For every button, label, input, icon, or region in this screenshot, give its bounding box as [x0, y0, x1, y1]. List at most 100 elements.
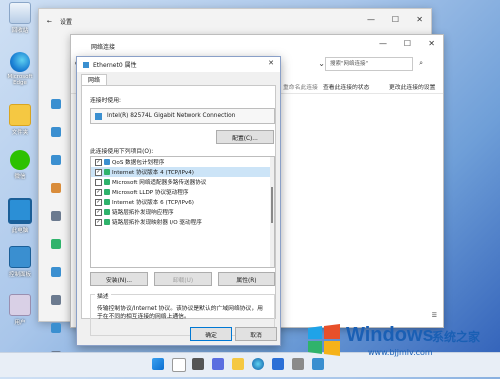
- network-icon[interactable]: [51, 155, 61, 165]
- desktop-icon-recycle-bin[interactable]: 回收站: [2, 2, 38, 34]
- nic-icon: [95, 112, 102, 120]
- ok-button[interactable]: 确定: [190, 327, 232, 341]
- back-arrow-icon[interactable]: ←: [47, 18, 52, 25]
- system-icon[interactable]: [51, 99, 61, 109]
- maximize-icon[interactable]: ☐: [404, 39, 411, 48]
- desktop-icon-wechat[interactable]: 微信: [2, 150, 38, 180]
- accounts-icon[interactable]: [51, 239, 61, 249]
- time-language-icon[interactable]: [51, 267, 61, 277]
- list-item[interactable]: ✓ QoS 数据包计划程序: [91, 157, 274, 167]
- accessibility-icon[interactable]: [51, 323, 61, 333]
- list-scrollbar[interactable]: [270, 157, 274, 267]
- items-list: ✓ QoS 数据包计划程序 ✓ Internet 协议版本 4 (TCP/IPv…: [90, 156, 275, 268]
- maximize-icon[interactable]: ☐: [392, 15, 399, 24]
- checkbox[interactable]: ✓: [95, 168, 102, 176]
- minimize-icon[interactable]: —: [379, 39, 387, 48]
- desktop-icon-label: 文件夹: [11, 130, 29, 136]
- settings-title: 设置: [60, 18, 73, 26]
- watermark-brand: Windows: [346, 324, 434, 346]
- tab-strip: 网络: [81, 74, 108, 86]
- properties-button[interactable]: 属性(R): [218, 272, 275, 286]
- desktop-icon-label: Microsoft Edge: [7, 74, 33, 86]
- checkbox[interactable]: ✓: [95, 198, 102, 206]
- adapter-name: Intel(R) 82574L Gigabit Network Connecti…: [107, 113, 236, 119]
- desktop-icon-label: 此电脑: [11, 228, 29, 234]
- settings-sidebar: [47, 99, 71, 379]
- cancel-button[interactable]: 取消: [235, 327, 277, 341]
- search-input[interactable]: 搜索"网络连接": [325, 57, 413, 71]
- connect-using-label: 连接时使用:: [90, 98, 121, 104]
- bluetooth-icon[interactable]: [51, 127, 61, 137]
- dialog-title: Ethernet0 属性: [93, 62, 137, 69]
- file-explorer-icon[interactable]: [232, 358, 244, 370]
- widgets-icon[interactable]: [212, 358, 224, 370]
- close-icon[interactable]: ✕: [268, 59, 274, 67]
- list-item[interactable]: Microsoft 网络适配器多路传送器协议: [91, 177, 274, 187]
- search-icon[interactable]: [172, 358, 186, 372]
- protocol-icon: [104, 169, 110, 175]
- protocol-icon: [104, 199, 110, 205]
- watermark: Windows 系统之家 www.bjjmlv.com: [302, 318, 500, 364]
- chevron-down-icon[interactable]: ⌄: [318, 59, 325, 68]
- list-item[interactable]: ✓ Internet 协议版本 4 (TCP/IPv4): [91, 167, 274, 177]
- checkbox[interactable]: ✓: [95, 158, 102, 166]
- list-item[interactable]: ✓ 链路层拓扑发现响应程序: [91, 207, 274, 217]
- personalization-icon[interactable]: [51, 183, 61, 193]
- dialog-titlebar: Ethernet0 属性: [77, 57, 280, 72]
- desktop-icon-user[interactable]: 用户: [2, 294, 38, 326]
- start-icon[interactable]: [152, 358, 164, 370]
- store-icon[interactable]: [272, 358, 284, 370]
- gaming-icon[interactable]: [51, 295, 61, 305]
- folder-icon: [9, 104, 31, 126]
- desktop-icon-label: 用户: [14, 320, 26, 326]
- desktop-icon-edge[interactable]: Microsoft Edge: [2, 52, 38, 86]
- configure-button[interactable]: 配置(C)...: [216, 130, 274, 144]
- rename-command[interactable]: 重命名此连接: [283, 82, 318, 91]
- close-icon[interactable]: ✕: [416, 15, 423, 24]
- apps-icon[interactable]: [51, 211, 61, 221]
- search-icon[interactable]: ⌕: [419, 59, 423, 68]
- network-tab-pane: 连接时使用: Intel(R) 82574L Gigabit Network C…: [81, 85, 276, 336]
- watermark-url: www.bjjmlv.com: [368, 348, 433, 357]
- scrollbar-thumb[interactable]: [271, 187, 273, 223]
- wechat-icon: [10, 150, 30, 170]
- windows-logo-icon: [308, 324, 340, 356]
- desktop-icon-folder[interactable]: 文件夹: [2, 104, 38, 136]
- description-label: 描述: [95, 291, 111, 300]
- edge-icon[interactable]: [252, 358, 264, 370]
- items-label: 此连接使用下列项目(O):: [90, 149, 154, 155]
- checkbox[interactable]: [95, 178, 102, 186]
- network-adapter-icon: [83, 61, 89, 68]
- watermark-suffix: 系统之家: [432, 330, 481, 344]
- ethernet-properties-dialog: Ethernet0 属性 ✕ 网络 连接时使用: Intel(R) 82574L…: [76, 56, 281, 346]
- description-text: 传输控制协议/Internet 协议。该协议是默认的广域网络协议，用于在不同的相…: [97, 306, 263, 320]
- desktop-icon-label: 回收站: [11, 28, 29, 34]
- install-button[interactable]: 安装(N)...: [90, 272, 148, 286]
- change-settings-command[interactable]: 更改此连接的设置: [389, 82, 435, 91]
- minimize-icon[interactable]: —: [367, 15, 375, 24]
- view-status-command[interactable]: 查看此连接的状态: [323, 82, 369, 91]
- protocol-icon: [104, 209, 110, 215]
- monitor-icon: [8, 198, 32, 224]
- desktop-icon-this-pc[interactable]: 此电脑: [2, 198, 38, 234]
- desktop-icon-control-panel[interactable]: 控制面板: [2, 246, 38, 278]
- edge-icon: [10, 52, 30, 72]
- close-icon[interactable]: ✕: [428, 39, 435, 48]
- list-item[interactable]: ✓ 链路层拓扑发现映射器 I/O 驱动程序: [91, 217, 274, 227]
- desktop-icon-label: 控制面板: [8, 272, 31, 278]
- netconn-titlebar: 网络连接: [71, 35, 443, 57]
- checkbox[interactable]: ✓: [95, 188, 102, 196]
- adapter-box: Intel(R) 82574L Gigabit Network Connecti…: [90, 108, 275, 124]
- checkbox[interactable]: ✓: [95, 218, 102, 226]
- checkbox[interactable]: ✓: [95, 208, 102, 216]
- protocol-icon: [104, 179, 110, 185]
- task-view-icon[interactable]: [192, 358, 204, 370]
- protocol-icon: [104, 219, 110, 225]
- netconn-title: 网络连接: [91, 43, 116, 51]
- uninstall-button[interactable]: 卸载(U): [154, 272, 212, 286]
- recycle-bin-icon: [9, 2, 31, 24]
- control-panel-icon: [9, 246, 31, 268]
- list-item[interactable]: ✓ Internet 协议版本 6 (TCP/IPv6): [91, 197, 274, 207]
- user-avatar-icon: [9, 294, 31, 316]
- list-item[interactable]: ✓ Microsoft LLDP 协议驱动程序: [91, 187, 274, 197]
